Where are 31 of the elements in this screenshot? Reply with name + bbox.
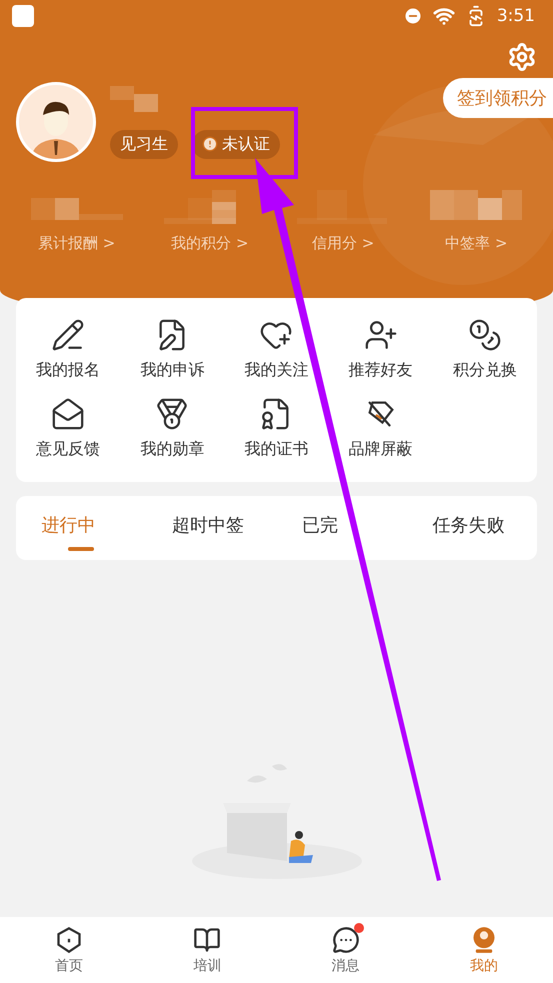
settings-icon[interactable]	[507, 42, 537, 72]
task-tab[interactable]: 已完	[276, 496, 407, 560]
book-icon	[193, 926, 222, 954]
nav-tab[interactable]: 消息	[276, 917, 415, 983]
menu-item[interactable]: 我的勋章	[140, 439, 204, 460]
task-tab[interactable]: 超时中签	[146, 496, 276, 560]
nav-tab[interactable]: 培训	[138, 917, 276, 983]
menu-item[interactable]: 积分兑换	[452, 360, 517, 381]
home-icon	[55, 926, 84, 954]
menu-item[interactable]: 意见反馈	[36, 439, 100, 460]
menu-item[interactable]: 我的申诉	[140, 360, 204, 381]
menu-item[interactable]: 我的证书	[244, 439, 308, 460]
do-not-disturb-icon	[402, 6, 423, 26]
mail-icon[interactable]	[51, 397, 86, 431]
chat-icon	[332, 926, 360, 954]
role-badge: 见习生	[110, 130, 178, 158]
app-icon	[12, 5, 34, 27]
coins-icon[interactable]	[468, 318, 502, 352]
menu-item[interactable]: 品牌屏蔽	[348, 439, 413, 460]
nav-tab[interactable]: 首页	[0, 917, 138, 983]
medal-icon[interactable]	[155, 397, 190, 431]
menu-item[interactable]: 我的关注	[244, 360, 308, 381]
menu-item[interactable]: 我的报名	[36, 360, 100, 381]
pencil-icon[interactable]	[51, 318, 86, 352]
menu-item[interactable]: 推荐好友	[348, 360, 413, 381]
verification-badge[interactable]: 未认证	[192, 130, 280, 158]
wifi-icon	[432, 5, 455, 27]
task-tab[interactable]: 任务失败	[406, 496, 537, 560]
alert-icon	[202, 136, 218, 152]
user-plus-icon[interactable]	[364, 318, 398, 352]
status-time: 3:51	[496, 6, 535, 26]
